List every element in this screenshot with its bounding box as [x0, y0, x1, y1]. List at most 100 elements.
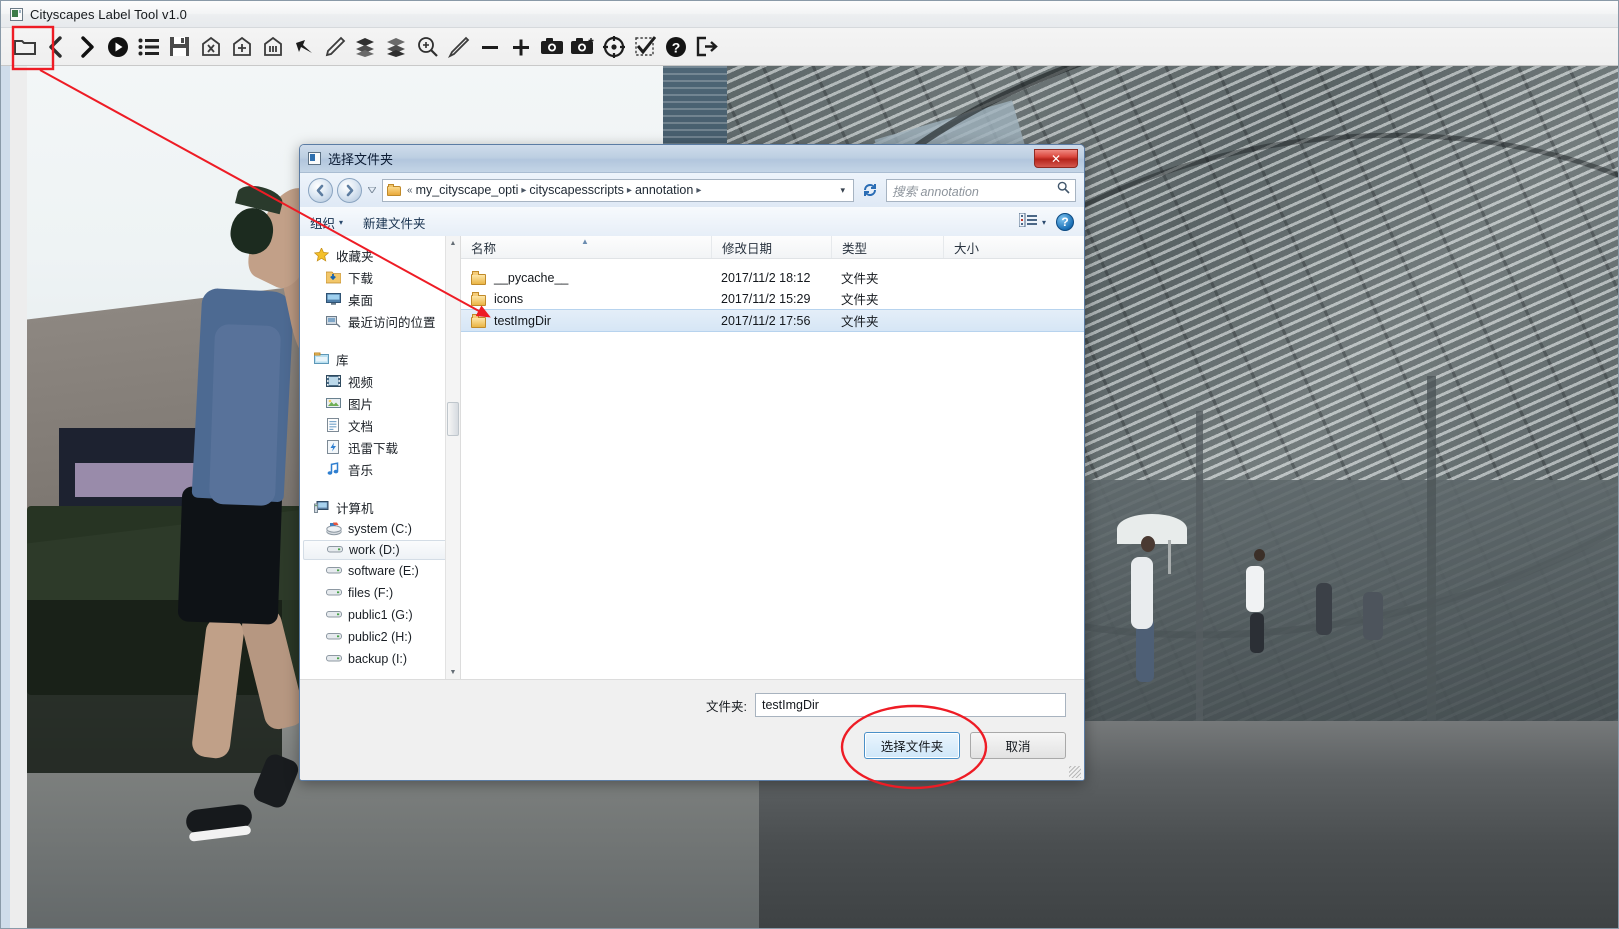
modify-button[interactable]	[319, 30, 350, 64]
folder-name-input[interactable]: testImgDir	[755, 693, 1066, 717]
breadcrumb-separator-1: ▸	[626, 184, 632, 196]
layer-up-button[interactable]	[350, 30, 381, 64]
undo-button[interactable]	[288, 30, 319, 64]
sidebar-item-videos[interactable]: 视频	[300, 370, 460, 392]
close-icon[interactable]: ✕	[1034, 149, 1078, 168]
zoom-in-button[interactable]	[505, 30, 536, 64]
organize-button[interactable]: 组织 ▾	[310, 213, 343, 232]
sidebar-item-public2-drive[interactable]: public2 (H:)	[300, 626, 460, 648]
sidebar-item-recent-places[interactable]: 最近访问的位置	[300, 310, 460, 332]
address-bar-row: « my_cityscape_opti ▸ cityscapesscripts …	[300, 173, 1084, 207]
next-image-button[interactable]	[71, 30, 102, 64]
zoom-out-button[interactable]	[474, 30, 505, 64]
sidebar-item-software-drive-label: software (E:)	[348, 564, 419, 578]
table-row[interactable]: icons 2017/11/2 15:29 文件夹	[461, 288, 1084, 309]
magnifier-plus-button[interactable]	[412, 30, 443, 64]
pictures-library-icon	[326, 396, 342, 410]
new-folder-button[interactable]: 新建文件夹	[363, 213, 426, 232]
nav-group-favorites[interactable]: 收藏夹	[300, 244, 460, 266]
add-polygon-button[interactable]	[226, 30, 257, 64]
refresh-icon[interactable]	[858, 179, 882, 202]
file-list-pane[interactable]: 名称 修改日期 类型 大小 ▲ __pycache__ 2017/11/2 18…	[461, 236, 1084, 680]
breadcrumb-item-0[interactable]: my_cityscape_opti	[416, 183, 519, 197]
back-button[interactable]	[308, 177, 333, 203]
file-name-cell: __pycache__	[461, 270, 711, 285]
nav-group-libraries-label: 库	[336, 353, 349, 368]
crosshair-button[interactable]	[598, 30, 629, 64]
sidebar-item-pictures[interactable]: 图片	[300, 392, 460, 414]
sidebar-item-pictures-label: 图片	[348, 397, 374, 412]
new-folder-label: 新建文件夹	[363, 216, 426, 231]
pen-button[interactable]	[443, 30, 474, 64]
camera-plus-button[interactable]	[567, 30, 598, 64]
layer-down-button[interactable]	[381, 30, 412, 64]
sidebar-item-backup-drive[interactable]: backup (I:)	[300, 648, 460, 670]
breadcrumb-item-1[interactable]: cityscapesscripts	[529, 183, 623, 197]
navigation-scrollbar[interactable]: ▲ ▼	[445, 236, 460, 680]
drive-icon	[326, 608, 342, 622]
sidebar-item-public1-drive[interactable]: public1 (G:)	[300, 604, 460, 626]
table-row[interactable]: testImgDir 2017/11/2 17:56 文件夹	[461, 309, 1084, 332]
column-header-type[interactable]: 类型	[831, 236, 943, 258]
column-header-date[interactable]: 修改日期	[711, 236, 831, 258]
photo-pedestrian-2-body	[1245, 565, 1264, 612]
photo-pedestrian-2-legs	[1250, 613, 1265, 654]
sidebar-item-downloads[interactable]: 下载	[300, 266, 460, 288]
sidebar-item-documents-label: 文档	[348, 419, 374, 434]
search-input[interactable]: 搜索 annotation	[886, 178, 1076, 202]
trash-polygon-button[interactable]	[257, 30, 288, 64]
help-button[interactable]: ?	[1056, 213, 1074, 231]
sidebar-item-music-label: 音乐	[348, 463, 374, 478]
open-folder-button[interactable]	[9, 30, 40, 64]
sidebar-item-documents[interactable]: 文档	[300, 414, 460, 436]
choose-folder-button[interactable]: 选择文件夹	[864, 732, 960, 759]
sidebar-item-system-drive-label: system (C:)	[348, 522, 412, 536]
list-button[interactable]	[133, 30, 164, 64]
play-button[interactable]	[102, 30, 133, 64]
dialog-title: 选择文件夹	[328, 152, 394, 167]
application-window: Cityscapes Label Tool v1.0 ? 选择文件夹 ✕ « m…	[0, 0, 1619, 929]
resize-grip[interactable]	[1069, 766, 1081, 778]
breadcrumb-separator-0: ▸	[521, 184, 527, 196]
camera-button[interactable]	[536, 30, 567, 64]
forward-button[interactable]	[337, 177, 362, 203]
navigation-pane[interactable]: 收藏夹 下载 桌面 最近访问的位置 库 视频 图片 文档 迅雷下载 音乐 计算机…	[300, 236, 461, 680]
file-date-cell: 2017/11/2 18:12	[721, 270, 811, 285]
table-row[interactable]: __pycache__ 2017/11/2 18:12 文件夹	[461, 267, 1084, 288]
sidebar-item-desktop[interactable]: 桌面	[300, 288, 460, 310]
breadcrumb[interactable]: « my_cityscape_opti ▸ cityscapesscripts …	[382, 178, 854, 202]
column-header-size[interactable]: 大小	[943, 236, 1063, 258]
photo-pedestrian-1-body	[1131, 557, 1154, 630]
scrollbar-thumb[interactable]	[447, 402, 459, 436]
sidebar-item-files-drive[interactable]: files (F:)	[300, 582, 460, 604]
sidebar-item-work-drive[interactable]: work (D:)	[303, 540, 457, 560]
nav-group-libraries[interactable]: 库	[300, 348, 460, 370]
scroll-down-icon[interactable]: ▼	[446, 665, 460, 680]
nav-group-computer[interactable]: 计算机	[300, 496, 460, 518]
sidebar-item-recent-places-label: 最近访问的位置	[348, 315, 436, 330]
delete-polygon-button[interactable]	[195, 30, 226, 64]
app-window-icon	[10, 7, 23, 21]
breadcrumb-item-2[interactable]: annotation	[635, 183, 693, 197]
exit-button[interactable]	[691, 30, 722, 64]
chevron-down-icon[interactable]: ▾	[836, 185, 849, 196]
sidebar-item-software-drive[interactable]: software (E:)	[300, 560, 460, 582]
sidebar-item-system-drive[interactable]: system (C:)	[300, 518, 460, 540]
sidebar-item-thunder-download[interactable]: 迅雷下载	[300, 436, 460, 458]
drive-icon	[326, 652, 342, 666]
file-date-cell: 2017/11/2 17:56	[721, 313, 811, 328]
question-circle-button[interactable]: ?	[660, 30, 691, 64]
checkbox-check-button[interactable]	[629, 30, 660, 64]
recent-locations-dropdown[interactable]	[366, 187, 378, 193]
previous-image-button[interactable]	[40, 30, 71, 64]
sidebar-item-music[interactable]: 音乐	[300, 458, 460, 480]
computer-icon	[314, 500, 330, 514]
folder-name-row: 文件夹: testImgDir	[300, 690, 1084, 720]
view-mode-button[interactable]: ▾	[1018, 212, 1046, 232]
cancel-button[interactable]: 取消	[970, 732, 1066, 759]
folder-icon	[471, 313, 487, 328]
save-button[interactable]	[164, 30, 195, 64]
scroll-up-icon[interactable]: ▲	[446, 236, 460, 251]
photo-umbrella-pole	[1167, 540, 1171, 575]
breadcrumb-chevrons[interactable]: «	[407, 185, 413, 196]
